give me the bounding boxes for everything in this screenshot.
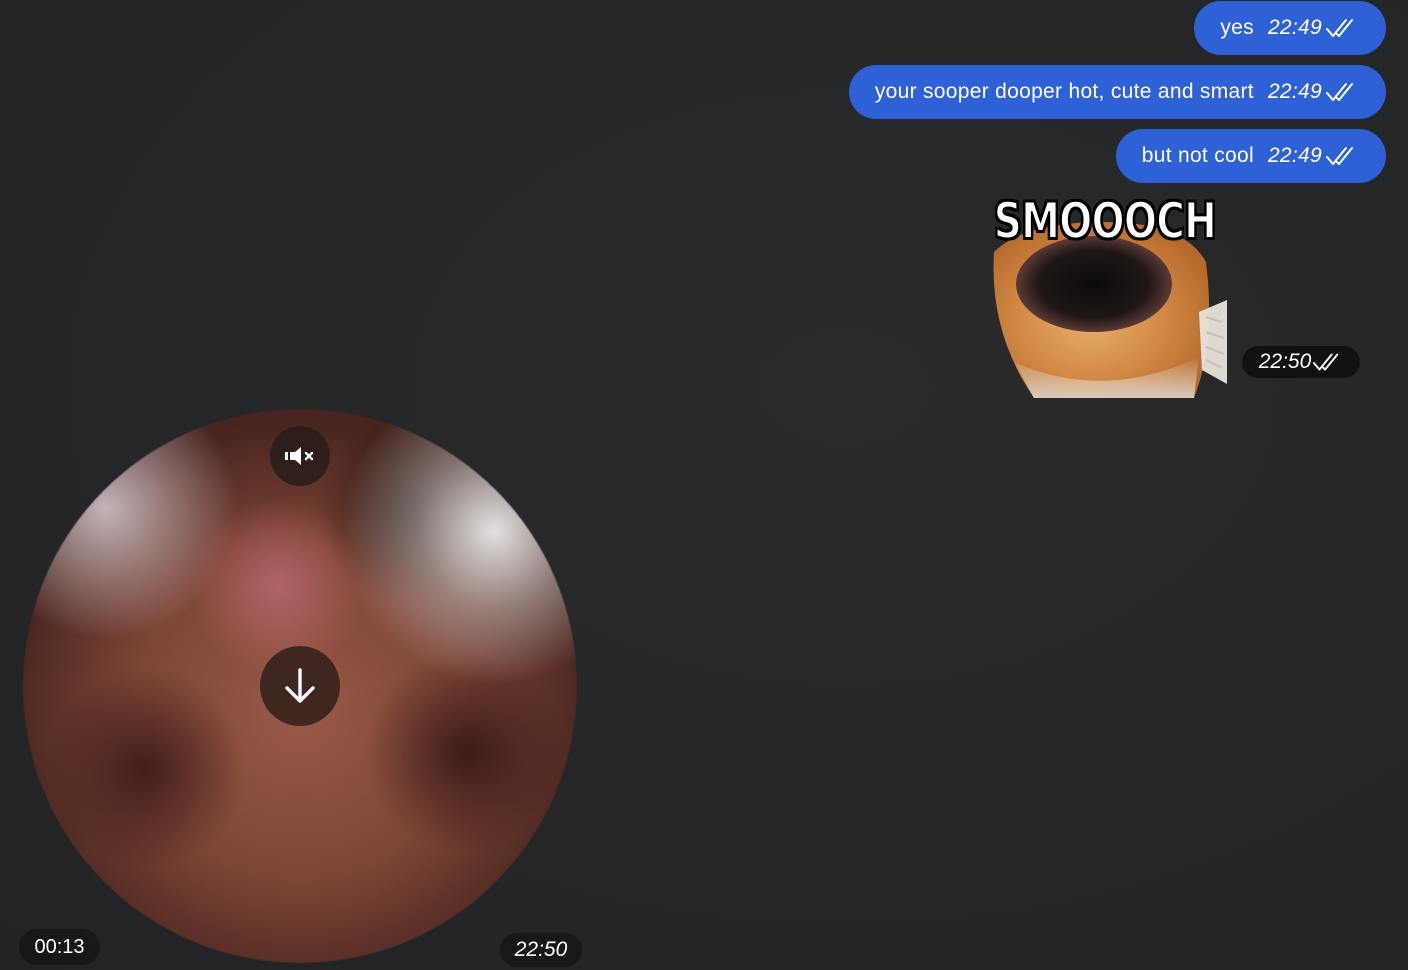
double-check-icon bbox=[1326, 147, 1353, 165]
chat-history: yes 22:49 your sooper dooper hot, cute a… bbox=[0, 0, 1408, 970]
message-meta: 22:49 bbox=[1268, 144, 1358, 168]
message-meta: 22:49 bbox=[1268, 16, 1358, 40]
message-text: your sooper dooper hot, cute and smart bbox=[874, 80, 1254, 103]
video-duration: 00:13 bbox=[34, 935, 85, 958]
sticker-meta: 22:50 bbox=[1242, 346, 1360, 378]
video-duration-badge: 00:13 bbox=[19, 929, 100, 965]
message-time: 22:49 bbox=[1267, 80, 1322, 103]
outgoing-message[interactable]: yes 22:49 bbox=[1194, 1, 1386, 55]
message-text: but not cool bbox=[1141, 144, 1254, 167]
mute-toggle-button[interactable] bbox=[270, 426, 330, 486]
outgoing-message[interactable]: your sooper dooper hot, cute and smart 2… bbox=[848, 65, 1386, 119]
outgoing-message[interactable]: but not cool 22:49 bbox=[1115, 129, 1386, 183]
message-time: 22:49 bbox=[1267, 16, 1322, 39]
sticker-time: 22:50 bbox=[1258, 350, 1312, 373]
video-time-badge: 22:50 bbox=[500, 933, 582, 967]
double-check-icon bbox=[1313, 353, 1339, 371]
sticker-message[interactable]: SMOOOCH bbox=[984, 192, 1229, 398]
muted-speaker-icon bbox=[285, 447, 314, 465]
message-meta: 22:49 bbox=[1268, 80, 1358, 104]
download-button[interactable] bbox=[260, 646, 340, 726]
message-text: yes bbox=[1220, 16, 1254, 39]
sticker-caption: SMOOOCH bbox=[993, 192, 1218, 251]
double-check-icon bbox=[1326, 83, 1353, 101]
download-arrow-icon bbox=[285, 668, 315, 703]
double-check-icon bbox=[1326, 19, 1353, 37]
message-time: 22:49 bbox=[1267, 144, 1322, 167]
video-time: 22:50 bbox=[514, 938, 568, 961]
